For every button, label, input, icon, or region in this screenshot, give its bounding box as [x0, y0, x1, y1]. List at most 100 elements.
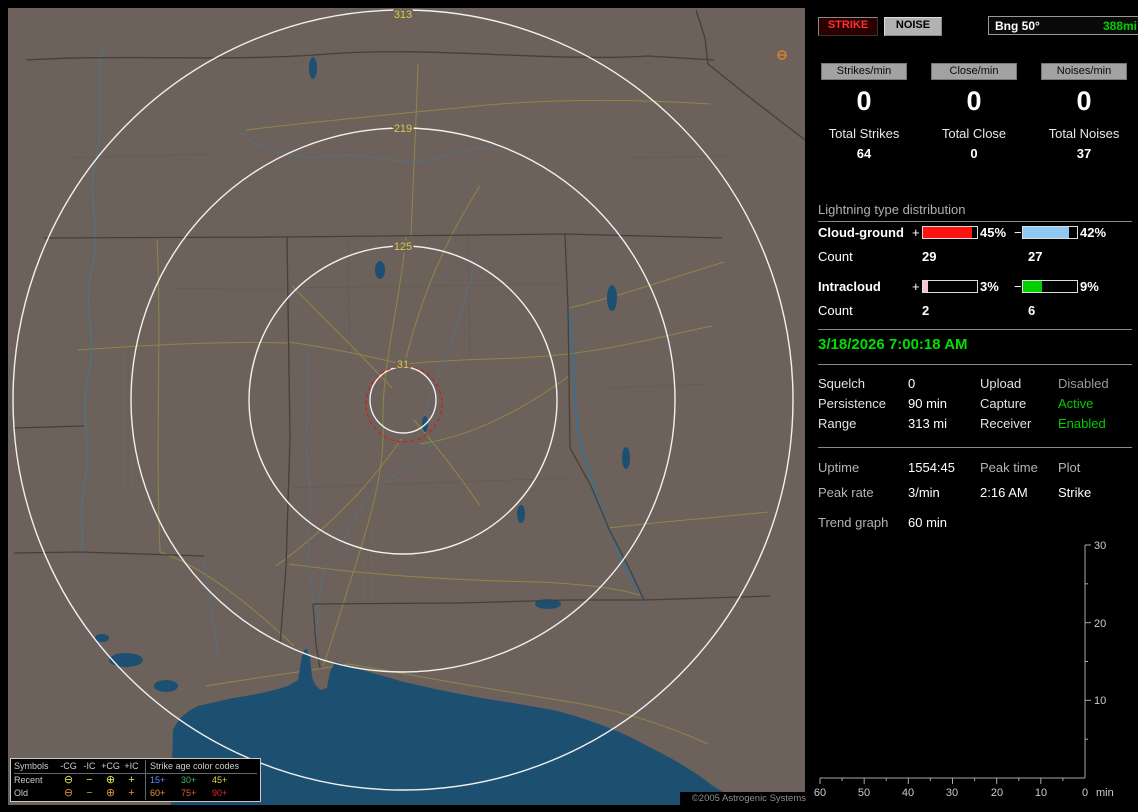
y-tick-30: 30: [1094, 540, 1106, 552]
legend-col-pos-ic: +IC: [124, 761, 139, 771]
ic-positive-count: 2: [922, 303, 930, 318]
count-label: Count: [818, 249, 853, 264]
x-tick-0: 0: [1082, 787, 1088, 799]
ic-negative-fill: [1023, 281, 1043, 292]
app-window: 313 219 125 31 Symbols -CG -IC +CG +IC S…: [0, 0, 1138, 812]
status-panel: STRIKE NOISE Bng 50° 388mi Strikes/min 0…: [812, 0, 1138, 812]
divider: [818, 329, 1132, 330]
x-tick-20: 20: [991, 787, 1003, 799]
peak-time-value: 2:16 AM: [980, 485, 1028, 500]
legend-header-row: Symbols -CG -IC +CG +IC Strike age color…: [14, 760, 257, 774]
upload-status: Disabled: [1058, 376, 1109, 391]
cg-positive-pct: 45%: [980, 225, 1007, 240]
trend-graph-window: 60 min: [908, 515, 948, 530]
age-75: 75+: [181, 788, 197, 798]
age-15: 15+: [150, 775, 166, 785]
ring-label-31: 31: [397, 359, 409, 371]
ic-positive-pct: 3%: [980, 279, 999, 294]
intracloud-count-row: Count 2 6: [812, 303, 1138, 319]
noise-toggle-button[interactable]: NOISE: [884, 17, 942, 36]
legend-col-pos-cg: +CG: [101, 761, 120, 771]
noises-counter-column: Noises/min 0 Total Noises 37: [1032, 63, 1136, 161]
old-pos-cg-icon: ⊕: [105, 787, 116, 799]
old-pos-ic-icon: +: [128, 787, 135, 799]
x-tick-50: 50: [858, 787, 870, 799]
map-canvas: 313 219 125 31: [8, 8, 805, 805]
ring-label-125: 125: [394, 241, 412, 253]
age-45: 45+: [212, 775, 228, 785]
peak-time-label: Peak time: [980, 460, 1038, 475]
receiver-label: Receiver: [980, 416, 1032, 431]
count-label: Count: [818, 303, 853, 318]
intracloud-row: Intracloud + 3% − 9%: [812, 279, 1138, 295]
cg-positive-fill: [923, 227, 972, 238]
bearing-readout: Bng 50° 388mi: [988, 16, 1138, 35]
total-strikes-value: 64: [856, 146, 872, 161]
x-tick-10: 10: [1035, 787, 1047, 799]
strikes-per-min-chip: Strikes/min: [821, 63, 907, 80]
x-axis-unit: min: [1096, 787, 1114, 799]
legend-symbols-title: Symbols: [14, 761, 49, 771]
squelch-label: Squelch: [818, 376, 865, 391]
ring-label-313: 313: [394, 9, 412, 21]
cloud-ground-count-row: Count 29 27: [812, 249, 1138, 265]
system-timestamp: 3/18/2026 7:00:18 AM: [818, 336, 968, 353]
bearing-distance: 388mi: [1102, 18, 1137, 33]
legend-recent-row: Recent ⊖ − ⊕ + 15+ 30+ 45+: [14, 774, 257, 787]
noises-per-min-value: 0: [1076, 86, 1092, 116]
bearing-label: Bng 50°: [995, 18, 1040, 33]
ic-negative-pct: 9%: [1080, 279, 1099, 294]
ic-negative-count: 6: [1028, 303, 1036, 318]
legend-recent-ages: 15+ 30+ 45+: [145, 774, 257, 787]
peak-rate-label: Peak rate: [818, 485, 874, 500]
map-legend: Symbols -CG -IC +CG +IC Strike age color…: [10, 758, 261, 802]
upload-label: Upload: [980, 376, 1022, 391]
cg-negative-count: 27: [1028, 249, 1043, 264]
squelch-row: Squelch 0 Upload Disabled: [812, 376, 1138, 391]
divider: [818, 364, 1132, 365]
ic-negative-bar: [1022, 280, 1078, 293]
distribution-title: Lightning type distribution: [818, 202, 1132, 222]
uptime-value: 1554:45: [908, 460, 955, 475]
noises-per-min-chip: Noises/min: [1041, 63, 1127, 80]
legend-old-ages: 60+ 75+ 90+: [145, 787, 257, 800]
cloud-ground-row: Cloud-ground + 45% − 42%: [812, 225, 1138, 241]
range-value: 313 mi: [908, 416, 948, 431]
trend-graph-row: Trend graph 60 min: [812, 515, 1138, 530]
receiver-status: Enabled: [1058, 416, 1106, 431]
persistence-value: 90 min: [908, 396, 948, 411]
ic-positive-bar: [922, 280, 978, 293]
cg-negative-fill: [1023, 227, 1069, 238]
uptime-label: Uptime: [818, 460, 860, 475]
intracloud-label: Intracloud: [818, 279, 881, 294]
ic-positive-fill: [923, 281, 929, 292]
total-close-value: 0: [970, 146, 978, 161]
recent-pos-cg-icon: ⊕: [105, 774, 116, 786]
x-tick-40: 40: [902, 787, 914, 799]
capture-status: Active: [1058, 396, 1094, 411]
strike-toggle-button[interactable]: STRIKE: [818, 17, 878, 36]
lightning-map[interactable]: 313 219 125 31 Symbols -CG -IC +CG +IC S…: [8, 8, 805, 805]
trend-tick-labels: 30 20 10 60 50 40 30 20 10 0 min: [814, 540, 1114, 799]
age-30: 30+: [181, 775, 197, 785]
plus-sign: +: [912, 225, 920, 240]
cg-negative-bar: [1022, 226, 1078, 239]
close-per-min-chip: Close/min: [931, 63, 1017, 80]
capture-label: Capture: [980, 396, 1027, 411]
total-strikes-label: Total Strikes: [828, 126, 900, 141]
squelch-value: 0: [908, 376, 916, 391]
x-tick-60: 60: [814, 787, 826, 799]
persistence-label: Persistence: [818, 396, 886, 411]
minus-sign: −: [1014, 279, 1022, 294]
cg-positive-bar: [922, 226, 978, 239]
divider: [818, 447, 1132, 448]
total-noises-value: 37: [1076, 146, 1092, 161]
legend-old-row: Old ⊖ − ⊕ + 60+ 75+ 90+: [14, 787, 257, 800]
strikes-per-min-value: 0: [856, 86, 872, 116]
strikes-counter-column: Strikes/min 0 Total Strikes 64: [812, 63, 916, 161]
recent-neg-cg-icon: ⊖: [63, 774, 74, 786]
range-label: Range: [818, 416, 857, 431]
trend-graph-label: Trend graph: [818, 515, 889, 530]
cg-negative-pct: 42%: [1080, 225, 1107, 240]
close-counter-column: Close/min 0 Total Close 0: [922, 63, 1026, 161]
